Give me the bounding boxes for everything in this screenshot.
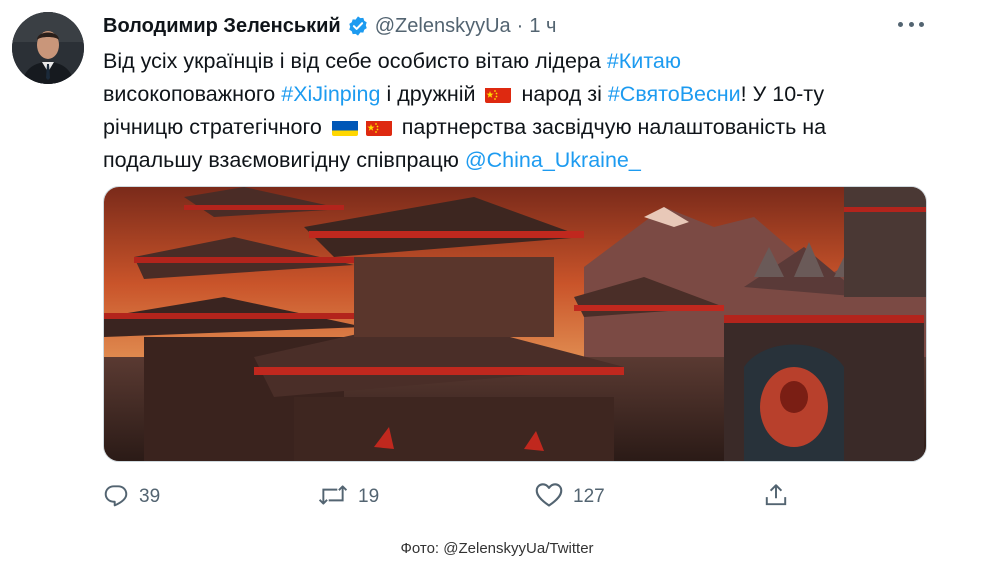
tweet-text-segment: ! У 10-ту	[740, 82, 825, 106]
author-name[interactable]: Володимир Зеленський	[103, 15, 341, 38]
retweet-count: 19	[358, 486, 380, 507]
reply-count: 39	[139, 486, 161, 507]
tweet-header: Володимир Зеленський @ZelenskyyUa · 1 ч	[103, 12, 556, 40]
heart-icon	[535, 482, 563, 513]
verified-badge-icon	[347, 15, 369, 37]
retweet-button[interactable]: 19	[318, 478, 379, 516]
author-handle[interactable]: @ZelenskyyUa	[375, 15, 511, 38]
tweet-text-segment: подальшу взаємовигідну співпрацю	[103, 148, 465, 172]
separator-dot: ·	[516, 14, 524, 37]
tweet-card[interactable]: Володимир Зеленський @ZelenskyyUa · 1 ч …	[0, 0, 994, 530]
tweet-text-segment: Від усіх українців і від себе особисто в…	[103, 49, 607, 73]
reply-icon	[103, 482, 129, 513]
hashtag-link[interactable]: #XiJinping	[281, 82, 380, 106]
like-count: 127	[573, 486, 605, 507]
ukraine-flag-icon	[331, 117, 358, 136]
avatar[interactable]	[12, 12, 84, 84]
mention-link[interactable]: @China_Ukraine_	[465, 148, 641, 172]
more-icon[interactable]	[898, 14, 924, 34]
tweet-text-segment: народ зі	[515, 82, 608, 106]
tweet-text-segment: і дружній	[380, 82, 482, 106]
china-flag-icon	[485, 84, 512, 103]
tweet-timestamp[interactable]: 1 ч	[529, 15, 556, 38]
photo-caption: Фото: @ZelenskyyUa/Twitter	[400, 540, 594, 557]
share-button[interactable]	[763, 478, 789, 516]
like-button[interactable]: 127	[535, 478, 605, 516]
tweet-text-segment: високоповажного	[103, 82, 282, 106]
reply-button[interactable]: 39	[103, 478, 160, 516]
share-icon	[763, 482, 789, 513]
tweet-text-segment: партнерства засвідчую налаштованість на	[395, 115, 827, 139]
tweet-text-segment: річницю стратегічного	[103, 115, 328, 139]
tweet-image[interactable]	[103, 186, 927, 462]
hashtag-link[interactable]: #Китаю	[607, 49, 681, 73]
retweet-icon	[318, 482, 348, 513]
tweet-actions: 39 19 127	[103, 478, 803, 516]
hashtag-link[interactable]: #СвятоВесни	[608, 82, 741, 106]
china-flag-icon	[365, 117, 392, 136]
tweet-text: Від усіх українців і від себе особисто в…	[103, 45, 953, 177]
